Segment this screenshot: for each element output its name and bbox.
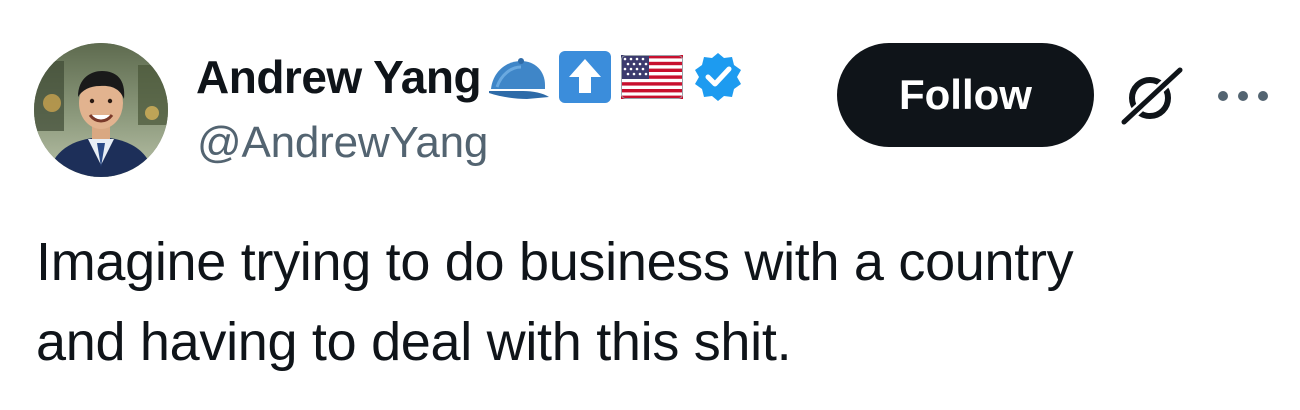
follow-button[interactable]: Follow — [837, 43, 1094, 147]
tweet-text: Imagine trying to do business with a cou… — [36, 222, 1266, 382]
up-arrow-icon — [557, 47, 613, 107]
blue-cap-icon — [487, 47, 551, 107]
avatar-image — [34, 43, 168, 177]
us-flag-icon — [619, 47, 685, 107]
author-name-row: Andrew Yang — [196, 47, 745, 107]
tweet-text-line: Imagine trying to do business with a cou… — [36, 232, 1074, 292]
author-avatar[interactable] — [34, 43, 168, 177]
author-handle[interactable]: @AndrewYang — [197, 115, 488, 171]
tweet-card: Andrew Yang @AndrewYang Follow Imagine t… — [0, 0, 1300, 410]
grok-icon[interactable] — [1116, 64, 1188, 128]
more-options-icon[interactable] — [1214, 82, 1272, 110]
tweet-text-line: and having to deal with this shit. — [36, 312, 792, 372]
author-display-name[interactable]: Andrew Yang — [196, 47, 482, 107]
verified-badge-icon[interactable] — [691, 47, 745, 107]
